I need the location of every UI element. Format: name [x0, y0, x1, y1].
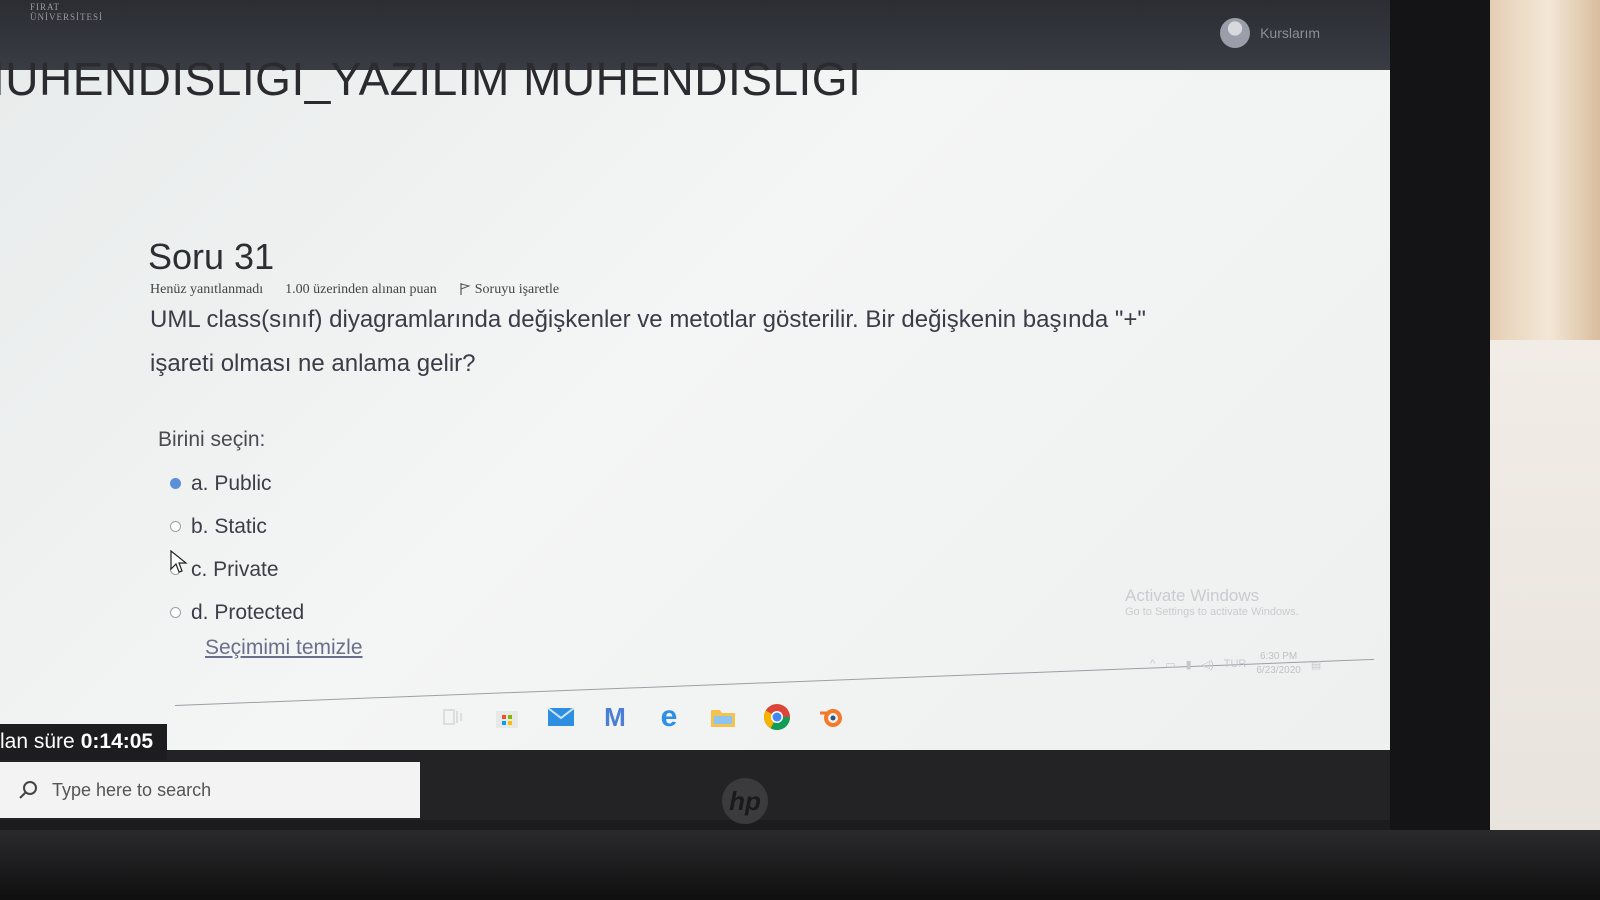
battery-icon[interactable]: ▮ — [1186, 658, 1192, 671]
screen: FIRAT ÜNİVERSİTESİ Kurslarım IUHENDISLIG… — [0, 0, 1390, 850]
question-grade: 1.00 üzerinden alınan puan — [285, 282, 437, 297]
question-status: Henüz yanıtlanmadı — [150, 282, 264, 297]
page-title: IUHENDISLIGI_YAZILIM MUHENDISLIGI — [0, 53, 862, 105]
taskbar-clock[interactable]: 6:30 PM 6/23/2020 — [1256, 650, 1301, 678]
time-left-value: 0:14:05 — [80, 730, 154, 753]
answer-label-c[interactable]: c. Private — [191, 558, 279, 582]
question-info: Henüz yanıtlanmadı 1.00 üzerinden alınan… — [150, 282, 559, 298]
user-menu-label: Kurslarım — [1260, 25, 1320, 41]
volume-icon[interactable]: ◁) — [1202, 658, 1214, 671]
flag-question-link[interactable]: Soruyu işaretle — [459, 282, 559, 298]
taskbar-search[interactable]: Type here to search — [0, 762, 420, 818]
flag-icon — [460, 283, 471, 295]
network-icon[interactable]: ▭ — [1165, 658, 1175, 671]
notification-icon[interactable]: ▤ — [1311, 658, 1321, 671]
search-placeholder: Type here to search — [52, 779, 212, 800]
question-header: Soru 31 — [148, 236, 274, 278]
system-tray: ^ ▭ ▮ ◁) TUR 6:30 PM 6/23/2020 ▤ — [1150, 650, 1321, 678]
mail-icon[interactable] — [546, 702, 576, 732]
task-view-icon[interactable] — [438, 702, 468, 732]
answer-options: a. Public b. Static c. Private d. Protec… — [170, 462, 304, 634]
m-app-icon[interactable]: M — [600, 702, 630, 732]
answer-label-d[interactable]: d. Protected — [191, 601, 304, 625]
radio-button-a[interactable] — [170, 478, 181, 489]
activate-windows-watermark: Activate Windows Go to Settings to activ… — [1125, 586, 1299, 618]
time-left-label: lan süre — [0, 730, 75, 753]
answer-label-b[interactable]: b. Static — [191, 515, 267, 539]
search-icon — [19, 781, 37, 799]
blender-icon[interactable] — [816, 702, 846, 732]
edge-icon[interactable]: e — [654, 700, 684, 733]
avatar[interactable] — [1220, 18, 1251, 48]
watermark-subtitle: Go to Settings to activate Windows. — [1125, 606, 1299, 618]
question-text: UML class(sınıf) diyagramlarında değişke… — [150, 306, 1146, 377]
chevron-up-icon[interactable]: ^ — [1150, 658, 1155, 670]
file-explorer-icon[interactable] — [708, 702, 738, 732]
clock-time: 6:30 PM — [1260, 651, 1298, 662]
clear-selection-link[interactable]: Seçimimi temizle — [205, 636, 363, 660]
question-number: Soru 31 — [148, 236, 275, 277]
laptop-base — [0, 830, 1600, 900]
radio-button-d[interactable] — [170, 607, 181, 618]
store-icon[interactable] — [492, 702, 522, 732]
time-left-block: lan süre 0:14:05 — [0, 724, 168, 760]
answer-option-a[interactable]: a. Public — [170, 462, 304, 505]
chrome-icon[interactable] — [762, 702, 792, 732]
quiz-page: IUHENDISLIGI_YAZILIM MUHENDISLIGI Soru 3… — [0, 53, 1390, 750]
hp-logo: hp — [722, 778, 768, 824]
logo-line-1: FIRAT — [30, 2, 61, 12]
user-menu[interactable]: Kurslarım — [1220, 18, 1320, 48]
logo-line-2: ÜNİVERSİTESİ — [30, 12, 103, 22]
flag-question-label: Soruyu işaretle — [474, 282, 560, 297]
mouse-cursor-icon — [170, 550, 188, 573]
site-logo[interactable]: FIRAT ÜNİVERSİTESİ — [30, 2, 103, 22]
language-indicator[interactable]: TUR — [1224, 658, 1247, 670]
answer-label-a[interactable]: a. Public — [191, 472, 272, 496]
radio-button-b[interactable] — [170, 521, 181, 532]
answer-option-b[interactable]: b. Static — [170, 505, 304, 548]
watermark-title: Activate Windows — [1125, 586, 1260, 605]
answer-option-d[interactable]: d. Protected — [170, 591, 304, 634]
taskbar-apps: M e — [438, 700, 846, 733]
answer-option-c[interactable]: c. Private — [170, 548, 304, 591]
clock-date: 6/23/2020 — [1256, 665, 1301, 676]
choose-label: Birini seçin: — [158, 428, 266, 451]
